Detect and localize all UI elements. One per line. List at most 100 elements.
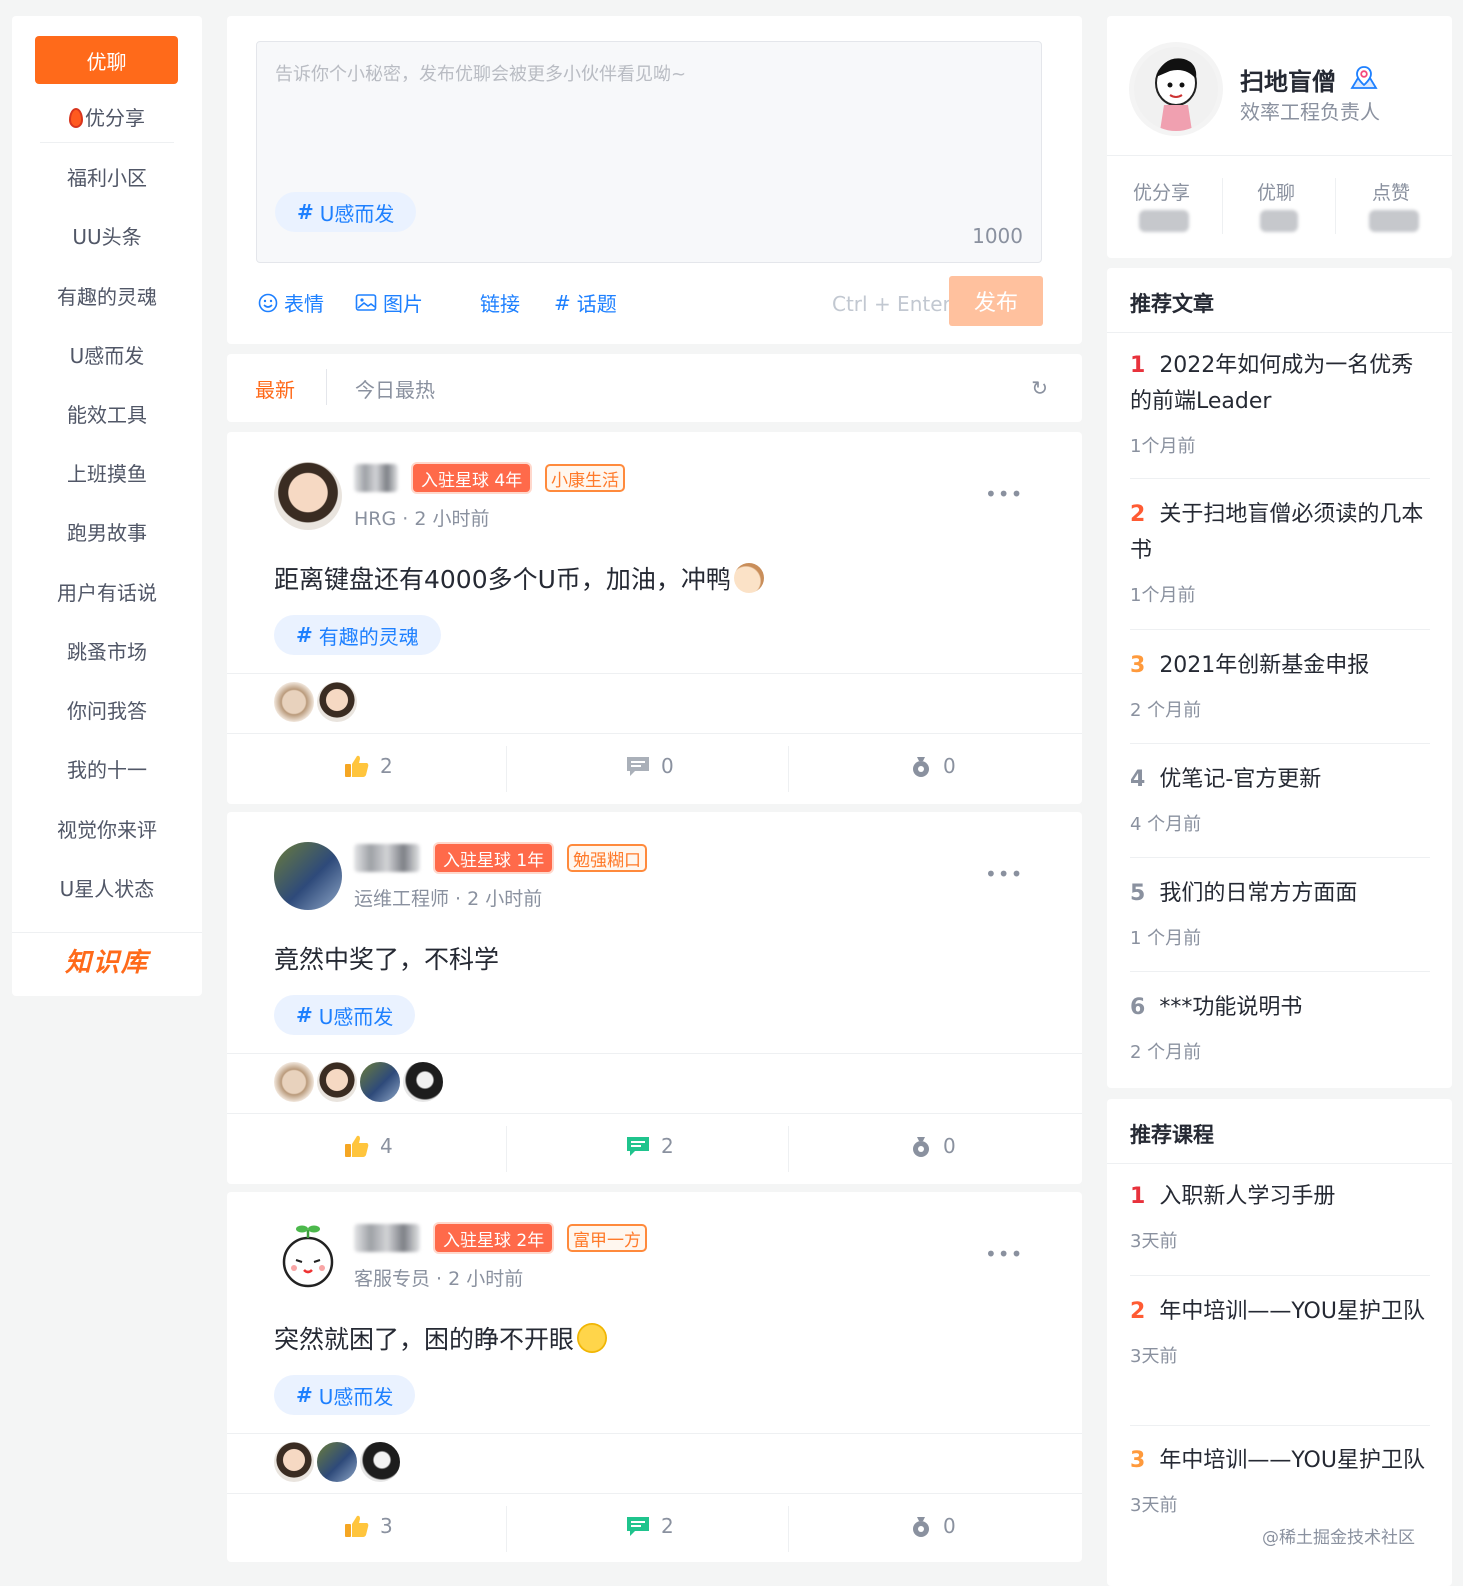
nav-item[interactable]: 你问我答 (12, 691, 202, 731)
tab-hot-today[interactable]: 今日最热 (355, 374, 435, 403)
article-item[interactable]: 1 2022年如何成为一名优秀的前端Leader 1个月前 (1130, 348, 1430, 458)
liker-avatar[interactable] (272, 680, 316, 724)
course-item[interactable]: 3 年中培训——YOU星护卫队 3天前 (1130, 1443, 1430, 1517)
author-role: 运维工程师 (354, 888, 450, 910)
nav-item[interactable]: 能效工具 (12, 395, 202, 435)
topic-button[interactable]: # 话题 (554, 288, 617, 317)
profile-divider (1107, 155, 1452, 156)
author-avatar[interactable] (274, 1222, 342, 1290)
author-role: HRG (354, 508, 397, 530)
like-button[interactable]: 3 (344, 1514, 393, 1538)
like-button[interactable]: 2 (344, 754, 393, 778)
liker-avatar[interactable] (315, 1440, 359, 1484)
flame-icon (69, 108, 83, 128)
article-time: 4 个月前 (1130, 814, 1202, 835)
share-button[interactable]: 0 (909, 1134, 956, 1158)
rank-number: 2 (1130, 1299, 1146, 1324)
article-item[interactable]: 2 关于扫地盲僧必须读的几本书 1个月前 (1130, 497, 1430, 607)
shortcut-hint: Ctrl + Enter (832, 292, 951, 316)
post-topic-pill[interactable]: # U感而发 (274, 995, 416, 1035)
article-item[interactable]: 4 优笔记-官方更新 4 个月前 (1130, 762, 1430, 836)
post-content: 突然就困了，困的睁不开眼 (274, 1320, 608, 1356)
profile-name[interactable]: 扫地盲僧 (1240, 62, 1380, 97)
liker-avatar[interactable] (358, 1440, 402, 1484)
nav-item[interactable]: 上班摸鱼 (12, 454, 202, 494)
nav-item[interactable]: U感而发 (12, 336, 202, 376)
article-item[interactable]: 5 我们的日常方方面面 1 个月前 (1130, 876, 1430, 950)
liker-avatar[interactable] (401, 1060, 445, 1104)
comment-button[interactable]: 0 (625, 754, 674, 778)
share-button[interactable]: 0 (909, 1514, 956, 1538)
post-card: 入驻星球 2年 富甲一方 客服专员 · 2 小时前 ••• 突然就困了，困的睁不… (227, 1192, 1082, 1562)
level-badge: 小康生活 (545, 464, 625, 492)
author-avatar[interactable] (274, 462, 342, 530)
composer-topic-pill[interactable]: # U感而发 (275, 192, 417, 232)
nav-item[interactable]: 优分享 (12, 98, 202, 138)
liker-avatar[interactable] (315, 680, 359, 724)
post-divider (227, 1113, 1082, 1114)
coin-bag-icon (913, 757, 929, 777)
nav-item-active[interactable]: 优聊 (35, 36, 178, 84)
course-item[interactable]: 2 年中培训——YOU星护卫队 3天前 (1130, 1294, 1430, 1368)
item-divider (1130, 743, 1430, 744)
nav-item[interactable]: 视觉你来评 (12, 810, 202, 850)
share-button[interactable]: 0 (909, 754, 956, 778)
liker-avatar[interactable] (272, 1060, 316, 1104)
post-content: 竟然中奖了，不科学 (274, 945, 500, 974)
stat-separator (1335, 178, 1336, 234)
nav-item[interactable]: UU头条 (12, 217, 202, 257)
emoji-button[interactable]: 表情 (258, 288, 324, 317)
nav-item[interactable]: 福利小区 (12, 158, 202, 198)
nav-item[interactable]: 跑男故事 (12, 513, 202, 553)
author-avatar[interactable] (274, 842, 342, 910)
course-item[interactable]: 1 入职新人学习手册 3天前 (1130, 1179, 1430, 1253)
image-button[interactable]: 图片 (355, 288, 423, 317)
knowledge-base-link[interactable]: 知识库 (12, 942, 202, 979)
article-title: 2022年如何成为一名优秀的前端Leader (1130, 353, 1414, 414)
nav-item[interactable]: 有趣的灵魂 (12, 277, 202, 317)
comment-button[interactable]: 2 (625, 1134, 674, 1158)
post-card: 入驻星球 1年 勉强糊口 运维工程师 · 2 小时前 ••• 竟然中奖了，不科学… (227, 812, 1082, 1184)
tab-separator (326, 369, 327, 405)
tab-latest[interactable]: 最新 (255, 374, 295, 403)
refresh-icon[interactable]: ↻ (1031, 376, 1048, 400)
article-item[interactable]: 3 2021年创新基金申报 2 个月前 (1130, 648, 1430, 722)
item-divider (1130, 629, 1430, 630)
stat-label-chats[interactable]: 优聊 (1257, 178, 1295, 205)
liker-avatar[interactable] (315, 1060, 359, 1104)
liker-avatar[interactable] (358, 1060, 402, 1104)
post-topic-pill[interactable]: # U感而发 (274, 1375, 416, 1415)
link-button[interactable]: 链接 (480, 288, 520, 317)
nav-item[interactable]: 用户有话说 (12, 573, 202, 613)
more-icon[interactable]: ••• (985, 1242, 1023, 1266)
like-button[interactable]: 4 (344, 1134, 393, 1158)
stat-label-shares[interactable]: 优分享 (1133, 178, 1190, 205)
item-divider (1130, 857, 1430, 858)
course-time: 3天前 (1130, 1346, 1178, 1367)
composer-textarea[interactable]: 告诉你个小秘密，发布优聊会被更多小伙伴看见呦~ # U感而发 1000 (256, 41, 1042, 263)
post-topic-pill[interactable]: # 有趣的灵魂 (274, 615, 441, 655)
more-icon[interactable]: ••• (985, 862, 1023, 886)
nav-item[interactable]: 我的十一 (12, 750, 202, 790)
hash-icon: # (297, 200, 314, 224)
publish-button[interactable]: 发布 (949, 276, 1043, 326)
comment-icon (627, 1137, 649, 1156)
course-title: 年中培训——YOU星护卫队 (1159, 1299, 1425, 1324)
comment-button[interactable]: 2 (625, 1514, 674, 1538)
post-meta: 运维工程师 · 2 小时前 (354, 888, 543, 910)
more-icon[interactable]: ••• (985, 482, 1023, 506)
nav-item[interactable]: U星人状态 (12, 869, 202, 909)
liker-avatar[interactable] (272, 1440, 316, 1484)
thumbs-up-icon (345, 755, 369, 777)
post-content: 距离键盘还有4000多个U币，加油，冲鸭 (274, 560, 764, 596)
coin-bag-icon (913, 1517, 929, 1537)
stat-label-likes[interactable]: 点赞 (1372, 178, 1410, 205)
item-divider (1130, 971, 1430, 972)
article-item[interactable]: 6 ***功能说明书 2 个月前 (1130, 990, 1430, 1064)
article-time: 1个月前 (1130, 436, 1196, 457)
nav-item[interactable]: 跳蚤市场 (12, 632, 202, 672)
author-name-redacted (354, 844, 420, 872)
profile-avatar[interactable] (1129, 42, 1223, 136)
hash-icon: # (296, 1383, 313, 1407)
post-divider (227, 1053, 1082, 1054)
